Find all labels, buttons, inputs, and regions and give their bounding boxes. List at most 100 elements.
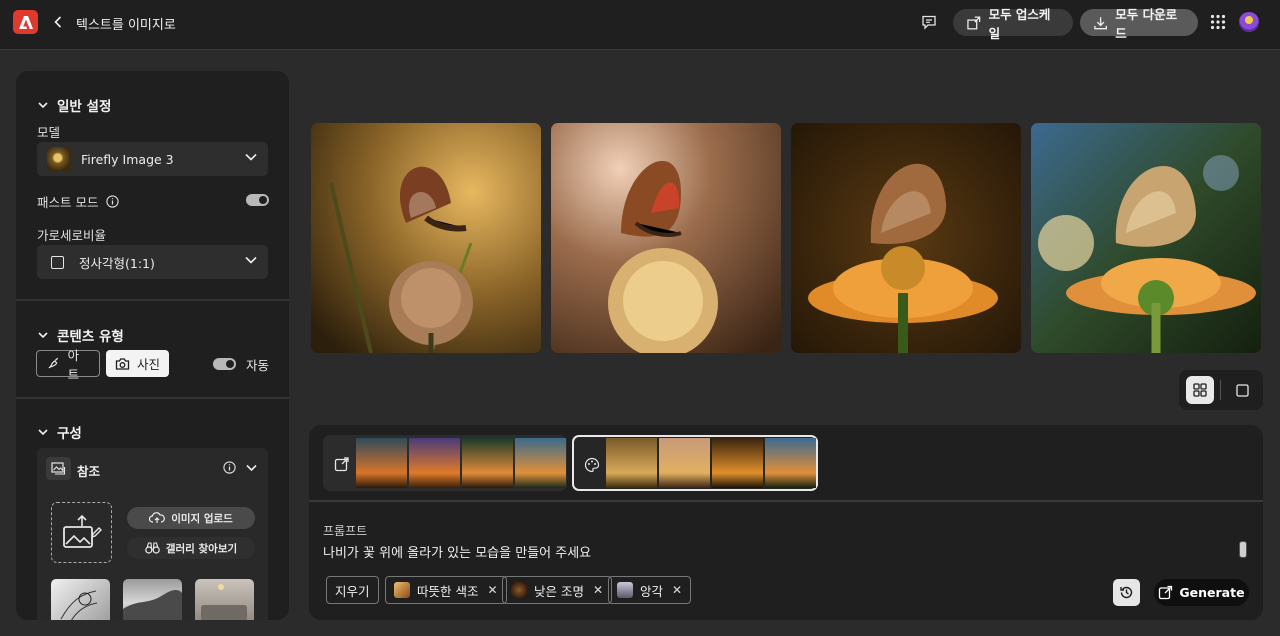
chevron-down-icon (38, 331, 48, 338)
prompt-scrollbar[interactable] (1239, 541, 1247, 558)
prompt-label: 프롬프트 (323, 524, 368, 538)
page-title: 텍스트를 이미지로 (76, 18, 176, 33)
warm-tone-thumbnail-icon (394, 582, 410, 598)
reference-icon (46, 457, 71, 480)
model-thumbnail-icon (47, 147, 71, 171)
reference-card: 참조 이미지 업로드 갤러리 찾아보기 (37, 448, 268, 620)
composition-title: 구성 (57, 426, 82, 442)
generate-label: Generate (1179, 585, 1245, 600)
history-thumbnail[interactable] (515, 438, 566, 488)
clear-label: 지우기 (335, 583, 370, 599)
history-thumbnail[interactable] (409, 438, 460, 488)
style-chip-low-angle[interactable]: 앙각 ✕ (608, 576, 692, 604)
general-settings-title: 일반 설정 (57, 99, 112, 115)
upload-image-label: 이미지 업로드 (171, 512, 233, 525)
camera-icon (115, 357, 130, 370)
composition-header[interactable]: 구성 (38, 422, 82, 442)
reference-thumbnail[interactable] (195, 579, 254, 620)
upscale-all-button[interactable]: 모두 업스케일 (953, 7, 1073, 41)
chip-label: 따뜻한 색조 (417, 583, 479, 599)
upload-image-button[interactable]: 이미지 업로드 (127, 507, 255, 529)
aspect-ratio-label: 가로세로비율 (37, 228, 107, 243)
content-type-header[interactable]: 콘텐츠 유형 (38, 325, 124, 345)
info-icon[interactable] (223, 461, 236, 474)
upscale-all-label: 모두 업스케일 (988, 6, 1051, 41)
close-icon[interactable]: ✕ (593, 583, 603, 597)
history-thumbnail[interactable] (712, 438, 763, 488)
apps-grid-icon[interactable] (1210, 14, 1226, 30)
model-select[interactable]: Firefly Image 3 (37, 142, 268, 176)
close-icon[interactable]: ✕ (672, 583, 682, 597)
square-icon (1235, 383, 1249, 397)
history-thumbnail[interactable] (765, 438, 816, 488)
prompt-panel: 프롬프트 나비가 꽃 위에 올라가 있는 모습을 만들어 주세요 지우기 따뜻한… (309, 425, 1263, 620)
style-chip-low-light[interactable]: 낮은 조명 ✕ (502, 576, 613, 604)
reference-upload-box[interactable] (51, 502, 112, 563)
divider (16, 397, 289, 399)
divider (309, 500, 1263, 502)
single-view-button[interactable] (1228, 376, 1256, 404)
fast-mode-toggle[interactable] (246, 194, 269, 206)
fast-mode-label: 패스트 모드 (37, 195, 99, 210)
palette-icon (581, 454, 603, 476)
binoculars-icon (145, 542, 160, 554)
chevron-down-icon[interactable] (246, 464, 257, 472)
history-button[interactable] (1113, 579, 1140, 606)
prompt-input[interactable]: 나비가 꽃 위에 올라가 있는 모습을 만들어 주세요 (323, 542, 591, 561)
clear-button[interactable]: 지우기 (326, 576, 379, 604)
low-light-thumbnail-icon (511, 582, 527, 598)
history-icon (1120, 586, 1133, 599)
generated-image-1[interactable] (311, 123, 541, 353)
generated-image-2[interactable] (551, 123, 781, 353)
browse-gallery-button[interactable]: 갤러리 찾아보기 (127, 537, 255, 559)
art-label: 아트 (67, 347, 80, 382)
top-bar: 텍스트를 이미지로 모두 업스케일 모두 다운로드 (0, 0, 1280, 50)
auto-toggle[interactable] (213, 358, 236, 370)
generated-image-4[interactable] (1031, 123, 1261, 353)
download-all-button[interactable]: 모두 다운로드 (1080, 7, 1198, 41)
adobe-logo-icon[interactable] (13, 10, 38, 34)
close-icon[interactable]: ✕ (487, 583, 497, 597)
divider (1220, 380, 1221, 400)
chevron-down-icon (38, 101, 48, 108)
image-upload-icon (62, 514, 102, 548)
model-select-value: Firefly Image 3 (81, 151, 174, 167)
aspect-ratio-value: 정사각형(1:1) (79, 255, 155, 271)
low-angle-thumbnail-icon (617, 582, 633, 598)
reference-thumbnail[interactable] (51, 579, 110, 620)
history-thumbnail[interactable] (462, 438, 513, 488)
chevron-down-icon (38, 428, 48, 435)
general-settings-header[interactable]: 일반 설정 (38, 95, 111, 115)
generate-button[interactable]: Generate (1154, 579, 1249, 606)
grid-icon (1193, 383, 1207, 397)
history-thumbnail[interactable] (659, 438, 710, 488)
model-label: 모델 (37, 125, 61, 140)
chip-label: 앙각 (640, 583, 664, 599)
history-group-2-selected[interactable] (572, 435, 818, 491)
grid-view-button[interactable] (1186, 376, 1214, 404)
style-chip-warm-tone[interactable]: 따뜻한 색조 ✕ (385, 576, 507, 604)
reference-thumbnail[interactable] (123, 579, 182, 620)
history-thumbnail[interactable] (606, 438, 657, 488)
aspect-ratio-select[interactable]: 정사각형(1:1) (37, 245, 268, 279)
browse-gallery-label: 갤러리 찾아보기 (165, 542, 238, 555)
reference-label: 참조 (77, 464, 101, 479)
chevron-down-icon (245, 256, 257, 264)
info-icon[interactable] (106, 195, 120, 208)
history-group-1[interactable] (323, 435, 567, 491)
photo-label: 사진 (137, 357, 161, 372)
feedback-icon[interactable] (918, 11, 940, 33)
avatar[interactable] (1239, 12, 1259, 32)
generate-icon (1159, 585, 1173, 600)
back-chevron-icon[interactable] (54, 13, 66, 31)
square-icon (51, 255, 64, 269)
content-type-photo-button[interactable]: 사진 (106, 350, 169, 377)
cloud-upload-icon (149, 512, 166, 523)
settings-panel: 일반 설정 모델 Firefly Image 3 패스트 모드 가로세로비율 정… (16, 71, 289, 620)
history-thumbnail[interactable] (356, 438, 407, 488)
divider (16, 299, 289, 301)
content-type-art-button[interactable]: 아트 (36, 348, 100, 382)
generated-image-3[interactable] (791, 123, 1021, 353)
chevron-down-icon (245, 153, 257, 161)
art-icon (48, 357, 59, 369)
